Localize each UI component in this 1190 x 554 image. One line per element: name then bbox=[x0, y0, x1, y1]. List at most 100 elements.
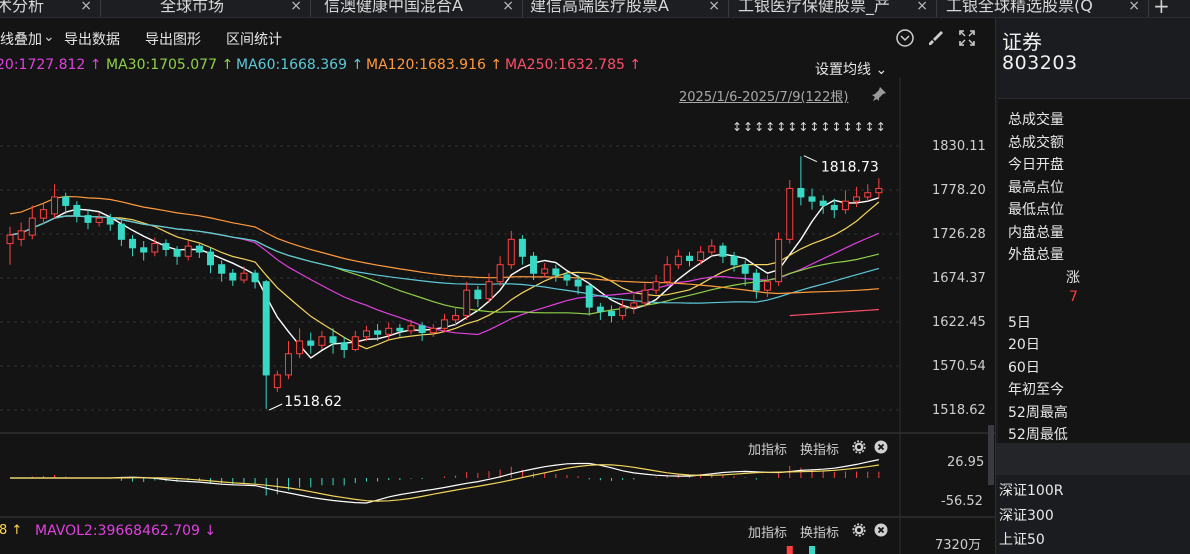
volume-label-left: 8 ↑ bbox=[0, 523, 23, 538]
macd-top-label: 26.95 bbox=[947, 455, 984, 470]
y-tick-label: 1518.62 bbox=[932, 403, 986, 418]
candle-body bbox=[351, 336, 359, 351]
stat-total-turnover: 总成交额 bbox=[1008, 135, 1064, 151]
panel-title: 证券 bbox=[1002, 30, 1042, 54]
volume-bar bbox=[809, 546, 816, 554]
candle-body bbox=[6, 234, 14, 245]
volume-switch-indicator[interactable]: 换指标 bbox=[800, 522, 839, 541]
change-value: 7 bbox=[1069, 289, 1078, 305]
candle-body bbox=[563, 274, 571, 281]
candle-body bbox=[396, 327, 404, 332]
macd-dif-line bbox=[10, 459, 879, 504]
stat-inner-volume: 内盘总量 bbox=[1008, 225, 1064, 241]
candle-body bbox=[95, 217, 103, 223]
candle-body bbox=[151, 243, 159, 253]
candle-body bbox=[619, 306, 627, 317]
candle-body bbox=[307, 340, 315, 346]
candle-body bbox=[730, 255, 738, 266]
candle-body bbox=[608, 310, 616, 317]
low-annotation: 1518.62 bbox=[284, 394, 342, 410]
stat-open: 今日开盘 bbox=[1008, 157, 1064, 173]
index-item[interactable]: 深证300 bbox=[999, 505, 1054, 525]
low-pointer bbox=[268, 403, 283, 411]
candle-body bbox=[418, 325, 426, 334]
gear-icon[interactable] bbox=[852, 523, 866, 537]
candle-body bbox=[318, 336, 326, 346]
candle-body bbox=[284, 353, 292, 376]
close-icon[interactable]: × bbox=[1128, 0, 1140, 17]
candle-body bbox=[195, 245, 203, 253]
candle-body bbox=[162, 243, 170, 250]
candle-body bbox=[73, 204, 81, 217]
index-item[interactable]: 上证50 bbox=[999, 529, 1045, 549]
candle-body bbox=[507, 238, 515, 266]
candle-body bbox=[340, 342, 348, 351]
candle-body bbox=[841, 200, 849, 211]
candle-body bbox=[530, 255, 538, 274]
close-icon[interactable] bbox=[874, 523, 888, 537]
candle-body bbox=[630, 302, 638, 308]
y-tick-label: 1674.37 bbox=[932, 271, 986, 286]
candle-body bbox=[808, 196, 816, 202]
volume-bar bbox=[786, 546, 793, 554]
candle-body bbox=[830, 204, 838, 211]
candle-body bbox=[485, 281, 493, 300]
candle-body bbox=[429, 327, 437, 334]
volume-label-left-text: 8 bbox=[0, 523, 8, 538]
candle-body bbox=[496, 264, 504, 283]
candle-body bbox=[853, 196, 861, 202]
panel-divider-strip bbox=[996, 443, 1190, 475]
macd-dea-line bbox=[10, 464, 879, 502]
stat-outer-volume: 外盘总量 bbox=[1008, 247, 1064, 263]
candle-body bbox=[875, 187, 883, 194]
y-tick-label: 1622.45 bbox=[932, 315, 986, 330]
candle-body bbox=[17, 230, 25, 240]
candle-body bbox=[452, 315, 460, 321]
security-code: 803203 bbox=[1002, 52, 1078, 74]
candle-body bbox=[697, 251, 705, 262]
candle-body bbox=[28, 217, 36, 236]
candle-body bbox=[273, 374, 281, 389]
macd-bottom-label: -56.52 bbox=[941, 494, 983, 509]
candle-body bbox=[207, 251, 215, 266]
candle-body bbox=[685, 255, 693, 262]
candle-body bbox=[463, 289, 471, 317]
volume-add-indicator[interactable]: 加指标 bbox=[748, 522, 787, 541]
gear-icon[interactable] bbox=[852, 440, 866, 454]
period-5d: 5日 bbox=[1008, 315, 1031, 331]
y-tick-label: 1830.11 bbox=[932, 139, 986, 154]
candle-body bbox=[518, 238, 526, 257]
kline-chart[interactable]: 1818.73 1518.62 ↕↕↕↕↕↕↕↕↕↕↕↕↕↕ 1830.11 1778… bbox=[0, 0, 995, 554]
candle-body bbox=[652, 281, 660, 291]
close-icon[interactable] bbox=[874, 440, 888, 454]
candle-body bbox=[552, 268, 560, 276]
candle-body bbox=[374, 330, 382, 335]
candle-body bbox=[218, 264, 226, 274]
candle-body bbox=[184, 245, 192, 257]
y-tick-label: 1726.28 bbox=[932, 227, 986, 242]
candle-body bbox=[474, 289, 482, 300]
candle-body bbox=[641, 289, 649, 304]
candle-body bbox=[173, 248, 181, 257]
index-item[interactable]: 深证100R bbox=[999, 480, 1063, 500]
high-pointer bbox=[803, 155, 818, 163]
candle-body bbox=[797, 187, 805, 198]
candle-body bbox=[51, 196, 59, 215]
candle-body bbox=[741, 264, 749, 274]
macd-add-indicator[interactable]: 加指标 bbox=[748, 439, 787, 458]
period-52w-high: 52周最高 bbox=[1008, 405, 1068, 421]
period-ytd: 年初至今 bbox=[1008, 382, 1064, 398]
tab-separator bbox=[1148, 0, 1149, 17]
volume-top-label: 7320万 bbox=[935, 538, 981, 553]
candle-body bbox=[719, 245, 727, 257]
macd-switch-indicator[interactable]: 换指标 bbox=[800, 439, 839, 458]
candle-body bbox=[708, 245, 716, 253]
candle-body bbox=[39, 209, 47, 219]
candle-body bbox=[385, 327, 393, 335]
candle-body bbox=[84, 215, 92, 223]
period-20d: 20日 bbox=[1008, 337, 1040, 353]
change-label: 涨 bbox=[1066, 270, 1080, 286]
candle-body bbox=[129, 238, 137, 249]
candle-body bbox=[864, 192, 872, 198]
add-tab-button[interactable]: + bbox=[1153, 0, 1170, 17]
